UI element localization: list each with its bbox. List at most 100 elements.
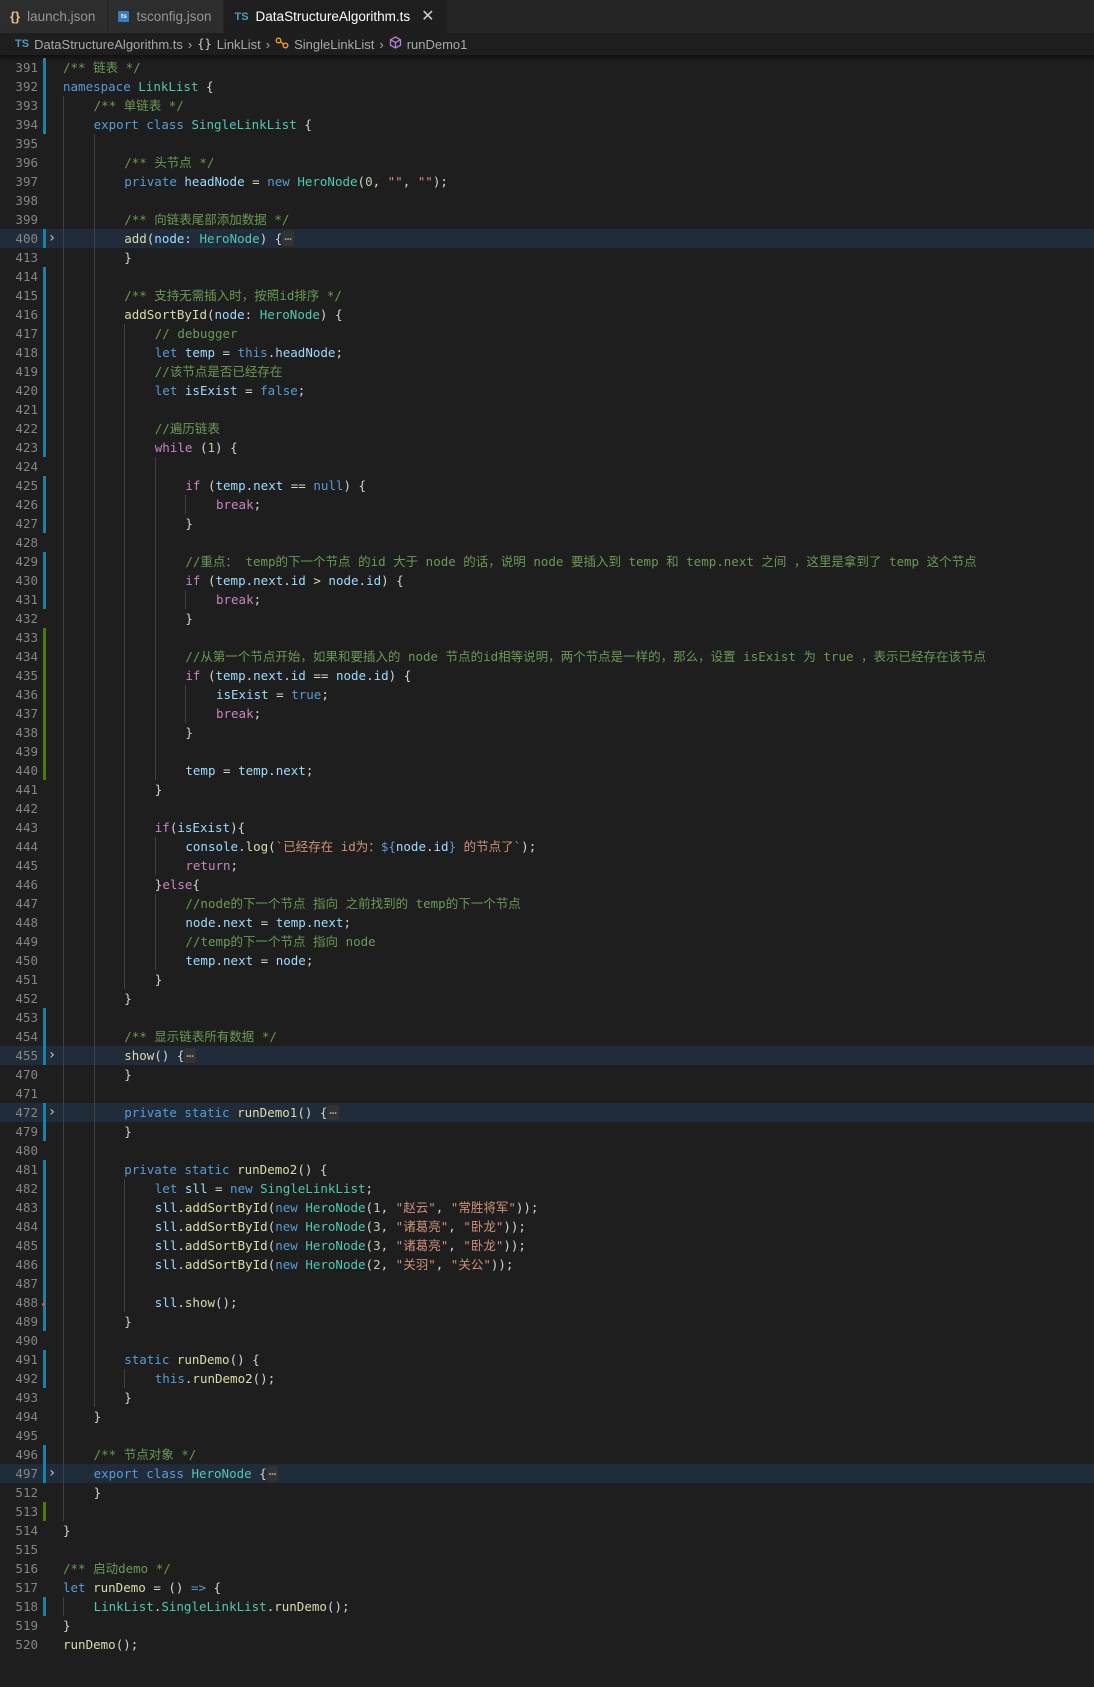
code-editor[interactable]: 391/** 链表 */392 namespace LinkList {393/*… — [0, 58, 1094, 1687]
gutter-modified-marker[interactable] — [43, 58, 46, 77]
code-line[interactable]: 493} — [0, 1388, 1094, 1407]
code-line[interactable]: 455 › show() {⋯ — [0, 1046, 1094, 1065]
gutter-modified-marker[interactable] — [43, 1312, 46, 1331]
code-line[interactable]: 396 /** 头节点 */ — [0, 153, 1094, 172]
code-line[interactable]: 483 sll.addSortById(new HeroNode(1, "赵云",… — [0, 1198, 1094, 1217]
code-line[interactable]: 488 sll.show(); — [0, 1293, 1094, 1312]
code-line[interactable]: 436 isExist = true; — [0, 685, 1094, 704]
code-line[interactable]: 414 — [0, 267, 1094, 286]
code-line[interactable]: 518 LinkList.SingleLinkList.runDemo(); — [0, 1597, 1094, 1616]
gutter-modified-marker[interactable] — [43, 324, 46, 343]
code-line[interactable]: 453 — [0, 1008, 1094, 1027]
code-line[interactable]: 452} — [0, 989, 1094, 1008]
code-line[interactable]: 520 runDemo(); — [0, 1635, 1094, 1654]
code-line[interactable]: 486 sll.addSortById(new HeroNode(2, "关羽",… — [0, 1255, 1094, 1274]
code-line[interactable]: 491 static runDemo() { — [0, 1350, 1094, 1369]
code-line[interactable]: 492 this.runDemo2(); — [0, 1369, 1094, 1388]
gutter-modified-marker[interactable] — [43, 343, 46, 362]
fold-chevron-icon[interactable]: › — [46, 1103, 58, 1122]
code-line[interactable]: 413} — [0, 248, 1094, 267]
code-line[interactable]: 424 — [0, 457, 1094, 476]
code-line[interactable]: 391 /** 链表 */ — [0, 58, 1094, 77]
code-line[interactable]: 437 break; — [0, 704, 1094, 723]
gutter-modified-marker[interactable] — [43, 1236, 46, 1255]
code-line[interactable]: 430 if (temp.next.id > node.id) { — [0, 571, 1094, 590]
gutter-modified-marker[interactable] — [43, 438, 46, 457]
breadcrumb-item-file[interactable]: TS DataStructureAlgorithm.ts — [15, 37, 183, 52]
gutter-added-marker[interactable] — [43, 761, 46, 780]
code-line[interactable]: 443 if(isExist){ — [0, 818, 1094, 837]
gutter-modified-marker[interactable] — [43, 1217, 46, 1236]
gutter-added-marker[interactable] — [43, 704, 46, 723]
code-line[interactable]: 446}else{ — [0, 875, 1094, 894]
folded-region-ellipsis[interactable]: ⋯ — [282, 231, 294, 246]
code-line[interactable]: 479} — [0, 1122, 1094, 1141]
code-line[interactable]: 418 let temp = this.headNode; — [0, 343, 1094, 362]
code-line[interactable]: 454 /** 显示链表所有数据 */ — [0, 1027, 1094, 1046]
code-line[interactable]: 420 let isExist = false; — [0, 381, 1094, 400]
code-line[interactable]: 421 — [0, 400, 1094, 419]
gutter-modified-marker[interactable] — [43, 495, 46, 514]
folded-region-ellipsis[interactable]: ⋯ — [184, 1048, 196, 1063]
code-line[interactable]: 494} — [0, 1407, 1094, 1426]
code-line[interactable]: 394 export class SingleLinkList { — [0, 115, 1094, 134]
code-line[interactable]: 426 break; — [0, 495, 1094, 514]
code-line[interactable]: 513 — [0, 1502, 1094, 1521]
code-line[interactable]: 423 while (1) { — [0, 438, 1094, 457]
gutter-added-marker[interactable] — [43, 723, 46, 742]
gutter-modified-marker[interactable] — [43, 1350, 46, 1369]
gutter-modified-marker[interactable] — [43, 571, 46, 590]
code-line[interactable]: 416 addSortById(node: HeroNode) { — [0, 305, 1094, 324]
code-line[interactable]: 393 /** 单链表 */ — [0, 96, 1094, 115]
gutter-modified-marker[interactable] — [43, 115, 46, 134]
code-line[interactable]: 431 break; — [0, 590, 1094, 609]
code-line[interactable]: 439 — [0, 742, 1094, 761]
code-line[interactable]: 472 › private static runDemo1() {⋯ — [0, 1103, 1094, 1122]
gutter-modified-marker[interactable] — [43, 1597, 46, 1616]
code-line[interactable]: 433 — [0, 628, 1094, 647]
gutter-modified-marker[interactable] — [43, 514, 46, 533]
code-line[interactable]: 435 if (temp.next.id == node.id) { — [0, 666, 1094, 685]
code-line[interactable]: 515 — [0, 1540, 1094, 1559]
code-line[interactable]: 429 //重点： temp的下一个节点 的id 大于 node 的话，说明 no… — [0, 552, 1094, 571]
code-line[interactable]: 444 console.log(`已经存在 id为：${node.id} 的节点了… — [0, 837, 1094, 856]
code-line[interactable]: 434 //从第一个节点开始，如果和要插入的 node 节点的id相等说明，两个节… — [0, 647, 1094, 666]
code-line[interactable]: 397 private headNode = new HeroNode(0, ""… — [0, 172, 1094, 191]
gutter-added-marker[interactable] — [43, 1502, 46, 1521]
gutter-modified-marker[interactable] — [43, 1027, 46, 1046]
close-icon[interactable]: ✕ — [421, 8, 434, 25]
code-line[interactable]: 485 sll.addSortById(new HeroNode(3, "诸葛亮"… — [0, 1236, 1094, 1255]
gutter-modified-marker[interactable] — [43, 1122, 46, 1141]
fold-chevron-icon[interactable]: › — [46, 229, 58, 248]
gutter-modified-marker[interactable] — [43, 305, 46, 324]
gutter-modified-marker[interactable] — [43, 1369, 46, 1388]
code-line[interactable]: 451} — [0, 970, 1094, 989]
folded-region-ellipsis[interactable]: ⋯ — [327, 1105, 339, 1120]
breadcrumb-item-namespace[interactable]: {} LinkList — [197, 37, 261, 52]
code-line[interactable]: 417 // debugger — [0, 324, 1094, 343]
gutter-modified-marker[interactable] — [43, 590, 46, 609]
code-line[interactable]: 512} — [0, 1483, 1094, 1502]
gutter-modified-marker[interactable] — [43, 267, 46, 286]
gutter-added-marker[interactable] — [43, 742, 46, 761]
code-line[interactable]: 489} — [0, 1312, 1094, 1331]
gutter-added-marker[interactable] — [43, 647, 46, 666]
code-line[interactable]: 419 //该节点是否已经存在 — [0, 362, 1094, 381]
code-line[interactable]: 427} — [0, 514, 1094, 533]
code-line[interactable]: 425 if (temp.next == null) { — [0, 476, 1094, 495]
code-line[interactable]: 480 — [0, 1141, 1094, 1160]
code-line[interactable]: 428 — [0, 533, 1094, 552]
code-line[interactable]: 441} — [0, 780, 1094, 799]
gutter-modified-marker[interactable] — [43, 1274, 46, 1293]
breadcrumb-item-method[interactable]: runDemo1 — [389, 36, 467, 52]
folded-region-ellipsis[interactable]: ⋯ — [266, 1466, 279, 1481]
tab-tsconfig-json[interactable]: ts tsconfig.json — [108, 0, 225, 33]
gutter-modified-marker[interactable] — [43, 96, 46, 115]
code-line[interactable]: 400 › add(node: HeroNode) {⋯ — [0, 229, 1094, 248]
gutter-modified-marker[interactable] — [43, 419, 46, 438]
fold-chevron-icon[interactable]: › — [46, 1046, 58, 1065]
gutter-added-marker[interactable] — [43, 666, 46, 685]
code-line[interactable]: 398 — [0, 191, 1094, 210]
code-line[interactable]: 395 — [0, 134, 1094, 153]
code-line[interactable]: 471 — [0, 1084, 1094, 1103]
